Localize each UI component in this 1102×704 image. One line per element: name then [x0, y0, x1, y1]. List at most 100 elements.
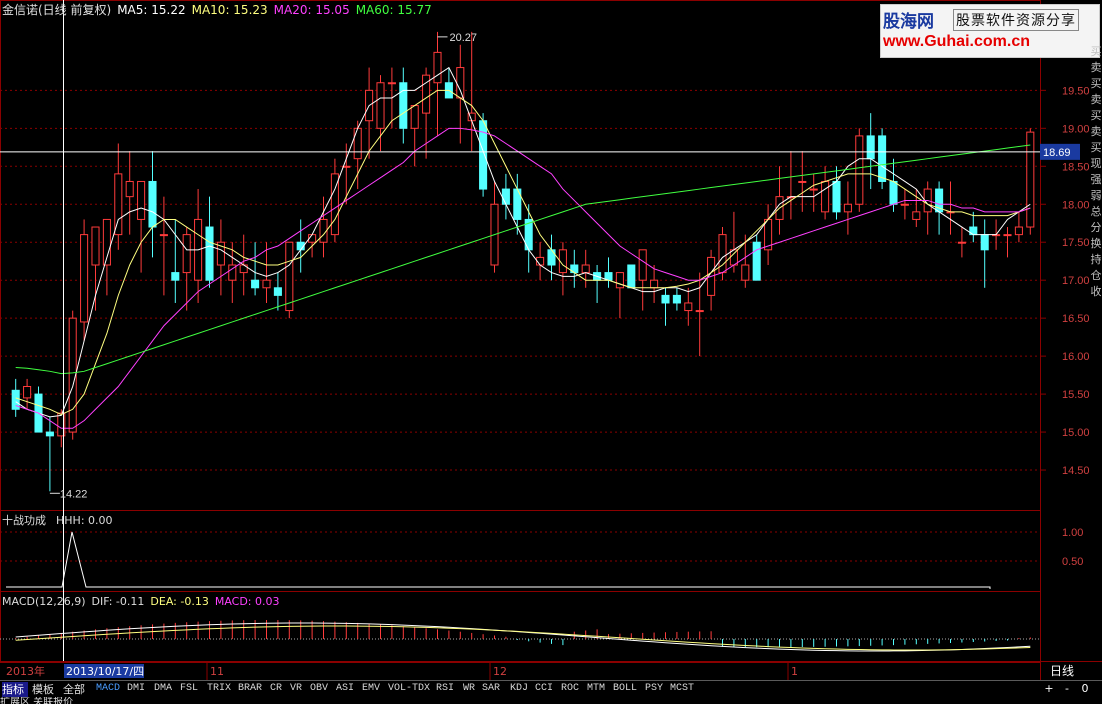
indicator-tab-wr[interactable]: WR [463, 683, 475, 694]
candle-up [1014, 226, 1023, 236]
candle-down [399, 82, 408, 129]
price-tick-label: 18.50 [1062, 161, 1090, 173]
side-strip-label[interactable]: 强 [1090, 172, 1102, 188]
indicator-tab-cci[interactable]: CCI [535, 683, 553, 694]
ma5-line [15, 66, 1031, 418]
cursor-price-label: 18.69 [1043, 147, 1071, 159]
price-tick-label: 18.00 [1062, 199, 1090, 211]
side-strip-label[interactable]: 买 [1090, 108, 1102, 124]
indicator-tab-fsl[interactable]: FSL [180, 683, 198, 694]
indicator-tab-trix[interactable]: TRIX [207, 683, 231, 694]
ma5-label: MA5: 15.22 [117, 3, 185, 17]
candle-down [479, 120, 488, 190]
price-tick-label: 19.00 [1062, 123, 1090, 135]
side-strip-label[interactable]: 卖 [1090, 92, 1102, 108]
side-strip-label[interactable]: 卖 [1090, 124, 1102, 140]
side-strip-label[interactable]: 现 [1090, 156, 1102, 172]
indicator-tab-dmi[interactable]: DMI [127, 683, 145, 694]
candle-up [855, 135, 864, 205]
price-tick-label: 17.00 [1062, 275, 1090, 287]
candle-up [125, 180, 134, 198]
candle-up [387, 82, 396, 85]
indicator-tab-asi[interactable]: ASI [336, 683, 354, 694]
candle-up [684, 302, 693, 312]
candle-down [148, 180, 157, 228]
candle-up [182, 234, 191, 274]
indicator-tab-vol-tdx[interactable]: VOL-TDX [388, 683, 430, 694]
candle-down [547, 249, 556, 266]
tab-all[interactable]: 全部 [63, 682, 89, 697]
candle-down [866, 135, 875, 160]
candle-up [638, 249, 647, 281]
macd-dea-line [15, 625, 1031, 651]
side-info-strip[interactable]: 买卖买卖买卖买现强弱总分换持仓收 [1090, 44, 1102, 300]
side-strip-label[interactable]: 持 [1090, 252, 1102, 268]
tab-indicators[interactable]: 指标 [2, 682, 28, 697]
tab-templates[interactable]: 模板 [32, 682, 58, 697]
indicator-tab-macd[interactable]: MACD [96, 683, 120, 694]
candle-down [45, 431, 54, 437]
kline-chart[interactable]: 19.50 19.00 18.50 18.00 17.50 17.00 16.50 16.00… [0, 0, 1102, 680]
side-strip-label[interactable]: 卖 [1090, 60, 1102, 76]
price-tick-label: 14.50 [1062, 465, 1090, 477]
indicator-tab-emv[interactable]: EMV [362, 683, 380, 694]
indicator-tab-mtm[interactable]: MTM [587, 683, 605, 694]
macd-dea-label: DEA: -0.13 [150, 595, 208, 608]
candle-up [821, 180, 830, 213]
indicator-tab-obv[interactable]: OBV [310, 683, 328, 694]
indicator-tab-roc[interactable]: ROC [561, 683, 579, 694]
indicator-tab-mcst[interactable]: MCST [670, 683, 694, 694]
ma10-label: MA10: 15.23 [192, 3, 268, 17]
side-strip-label[interactable]: 换 [1090, 236, 1102, 252]
indicator-tab-dma[interactable]: DMA [154, 683, 172, 694]
indicator-tab-brar[interactable]: BRAR [238, 683, 262, 694]
high-price-label: 20.27 [450, 32, 478, 44]
indicator-tab-rsi[interactable]: RSI [436, 683, 454, 694]
candle-down [627, 264, 636, 289]
candle-up [695, 310, 704, 313]
candle-down [752, 241, 761, 281]
candle-up [581, 264, 590, 274]
indicator-tab-psy[interactable]: PSY [645, 683, 663, 694]
stock-title: 金信诺(日线 前复权) [2, 2, 111, 17]
candle-up [900, 203, 909, 206]
side-strip-label[interactable]: 买 [1090, 140, 1102, 156]
logo-slogan: 股票软件资源分享 [953, 9, 1079, 31]
candle-up [23, 386, 32, 399]
reset-button[interactable]: 0 [1078, 682, 1092, 696]
month-label: 11 [210, 665, 224, 678]
indicator-tab-boll[interactable]: BOLL [613, 683, 637, 694]
candle-up [650, 279, 659, 289]
indicator-tab-cr[interactable]: CR [270, 683, 282, 694]
side-strip-label[interactable]: 仓 [1090, 268, 1102, 284]
subpane1-tick-label: 0.50 [1062, 556, 1083, 568]
ma20-label: MA20: 15.05 [274, 3, 350, 17]
site-logo: 股海网 股票软件资源分享 www.Guhai.com.cn [880, 4, 1100, 58]
candle-down [501, 188, 510, 205]
candle-down [273, 287, 282, 296]
macd-dif-line [15, 622, 1031, 652]
zoom-in-button[interactable]: + [1042, 682, 1056, 696]
candle-up [285, 241, 294, 312]
side-strip-label[interactable]: 分 [1090, 220, 1102, 236]
cursor-date-label: 2013/10/17/四 [66, 665, 144, 678]
period-label: 日线 [1050, 664, 1074, 678]
side-strip-label[interactable]: 收 [1090, 284, 1102, 300]
indicator-tab-sar[interactable]: SAR [482, 683, 500, 694]
zoom-out-button[interactable]: - [1060, 682, 1074, 696]
candle-up [137, 180, 146, 220]
candle-down [205, 226, 214, 281]
candle-up [91, 226, 100, 266]
side-strip-label[interactable]: 买 [1090, 44, 1102, 60]
price-tick-label: 16.00 [1062, 351, 1090, 363]
side-strip-label[interactable]: 总 [1090, 204, 1102, 220]
candle-up [433, 51, 442, 84]
logo-name: 股海网 [883, 12, 934, 32]
indicator-tab-kdj[interactable]: KDJ [510, 683, 528, 694]
side-strip-label[interactable]: 弱 [1090, 188, 1102, 204]
chart-frame [0, 0, 1041, 663]
price-tick-label: 16.50 [1062, 313, 1090, 325]
indicator-tab-vr[interactable]: VR [290, 683, 302, 694]
low-price-label: 14.22 [60, 488, 88, 500]
side-strip-label[interactable]: 买 [1090, 76, 1102, 92]
